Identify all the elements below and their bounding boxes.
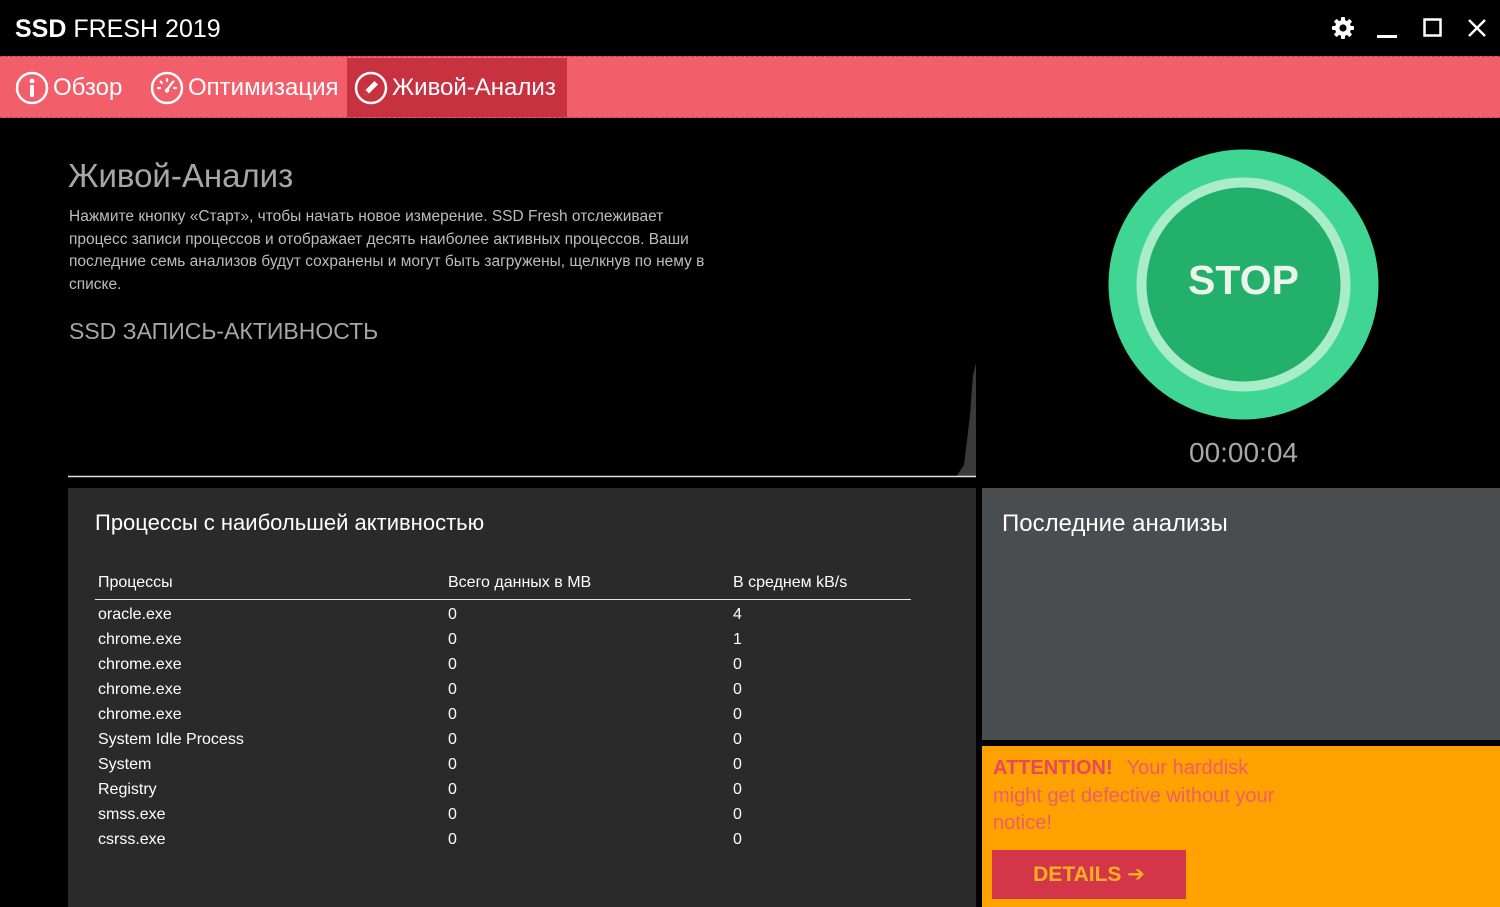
tab-bar: Обзор Оптимизация Живой-Анализ — [0, 56, 1500, 118]
process-avg-cell: 0 — [733, 780, 742, 798]
minimize-icon — [1377, 35, 1397, 38]
process-name-cell: System Idle Process — [98, 730, 244, 748]
process-total-cell: 0 — [448, 830, 457, 848]
process-total-cell: 0 — [448, 780, 457, 798]
column-header-processes[interactable]: Процессы — [95, 574, 445, 592]
process-total-cell: 0 — [448, 730, 457, 748]
attention-text: ATTENTION! Your harddisk might get defect… — [993, 755, 1283, 838]
page-title: Живой-Анализ — [68, 157, 294, 194]
table-row[interactable]: chrome.exe 0 1 — [95, 627, 911, 652]
close-button[interactable] — [1460, 12, 1494, 44]
process-avg-cell: 0 — [733, 805, 742, 823]
process-name-cell: csrss.exe — [98, 830, 166, 848]
process-avg-cell: 0 — [733, 680, 742, 698]
tab-optimization-label: Оптимизация — [188, 73, 338, 101]
process-avg-cell: 1 — [733, 630, 742, 648]
process-total-cell: 0 — [448, 805, 457, 823]
page-description: Нажмите кнопку «Старт», чтобы начать нов… — [69, 208, 705, 293]
process-name-cell: chrome.exe — [98, 680, 182, 698]
process-name-cell: smss.exe — [98, 805, 166, 823]
recent-analyses-title: Последние анализы — [1002, 510, 1228, 537]
elapsed-timer: 00:00:04 — [1189, 437, 1298, 468]
column-header-avg-kbs[interactable]: В среднем kB/s — [730, 574, 911, 592]
details-button[interactable]: DETAILS ➔ — [992, 850, 1186, 899]
top-processes-panel: Процессы с наибольшей активностью Процес… — [68, 488, 976, 907]
details-button-label: DETAILS ➔ — [1033, 863, 1145, 886]
tab-overview[interactable]: Обзор — [15, 58, 133, 117]
tab-live-analysis[interactable]: Живой-Анализ — [347, 58, 567, 117]
app-title: SSD FRESH 2019 — [15, 14, 221, 44]
process-name-cell: chrome.exe — [98, 630, 182, 648]
column-header-total-mb[interactable]: Всего данных в MB — [445, 574, 730, 592]
process-total-cell: 0 — [448, 755, 457, 773]
app-title-rest: FRESH 2019 — [73, 15, 221, 43]
process-name-cell: Registry — [98, 780, 157, 798]
process-total-cell: 0 — [448, 680, 457, 698]
stop-button-label: STOP — [1188, 257, 1299, 303]
table-row[interactable]: chrome.exe 0 0 — [95, 702, 911, 727]
app-title-brand: SSD — [15, 15, 67, 43]
process-total-cell: 0 — [448, 655, 457, 673]
write-activity-graph — [68, 363, 976, 478]
processes-table-body: oracle.exe 0 4 chrome.exe 0 1 chrome.exe 0 0 chro… — [95, 600, 911, 852]
table-row[interactable]: chrome.exe 0 0 — [95, 677, 911, 702]
maximize-button[interactable] — [1416, 12, 1450, 44]
process-name-cell: System — [98, 755, 152, 773]
tab-live-analysis-label: Живой-Анализ — [392, 73, 556, 101]
table-row[interactable]: smss.exe 0 0 — [95, 802, 911, 827]
tab-overview-label: Обзор — [53, 73, 123, 101]
process-avg-cell: 4 — [733, 605, 742, 623]
process-total-cell: 0 — [448, 630, 457, 648]
process-avg-cell: 0 — [733, 830, 742, 848]
speedometer-icon — [150, 71, 184, 104]
info-icon — [15, 71, 49, 104]
processes-table: Процессы Всего данных в MB В среднем kB/… — [95, 566, 911, 852]
pencil-icon — [354, 71, 388, 104]
process-avg-cell: 0 — [733, 705, 742, 723]
table-row[interactable]: oracle.exe 0 4 — [95, 602, 911, 627]
close-icon — [1468, 19, 1486, 37]
process-avg-cell: 0 — [733, 755, 742, 773]
table-row[interactable]: csrss.exe 0 0 — [95, 827, 911, 852]
gear-icon — [1332, 17, 1354, 39]
process-name-cell: chrome.exe — [98, 655, 182, 673]
process-name-cell: chrome.exe — [98, 705, 182, 723]
stop-button[interactable]: STOP — [1108, 149, 1379, 420]
title-bar: SSD FRESH 2019 — [0, 0, 1500, 56]
table-row[interactable]: System Idle Process 0 0 — [95, 727, 911, 752]
table-row[interactable]: System 0 0 — [95, 752, 911, 777]
app-window: SSD FRESH 2019 Обзор Оптимизация Живой-А… — [0, 0, 1500, 907]
attention-banner: ATTENTION! Your harddisk might get defect… — [982, 746, 1500, 907]
process-avg-cell: 0 — [733, 730, 742, 748]
table-row[interactable]: Registry 0 0 — [95, 777, 911, 802]
maximize-icon — [1423, 18, 1442, 37]
process-name-cell: oracle.exe — [98, 605, 172, 623]
top-processes-title: Процессы с наибольшей активностью — [95, 510, 485, 535]
tab-optimization[interactable]: Оптимизация — [150, 58, 338, 117]
attention-heading: ATTENTION! — [993, 757, 1113, 779]
process-avg-cell: 0 — [733, 655, 742, 673]
recent-analyses-panel: Последние анализы — [982, 488, 1500, 740]
processes-table-header: Процессы Всего данных в MB В среднем kB/… — [95, 566, 911, 600]
minimize-button[interactable] — [1370, 12, 1404, 44]
process-total-cell: 0 — [448, 705, 457, 723]
write-activity-title: SSD ЗАПИСЬ-АКТИВНОСТЬ — [69, 318, 379, 344]
table-row[interactable]: chrome.exe 0 0 — [95, 652, 911, 677]
process-total-cell: 0 — [448, 605, 457, 623]
settings-button[interactable] — [1326, 12, 1360, 44]
